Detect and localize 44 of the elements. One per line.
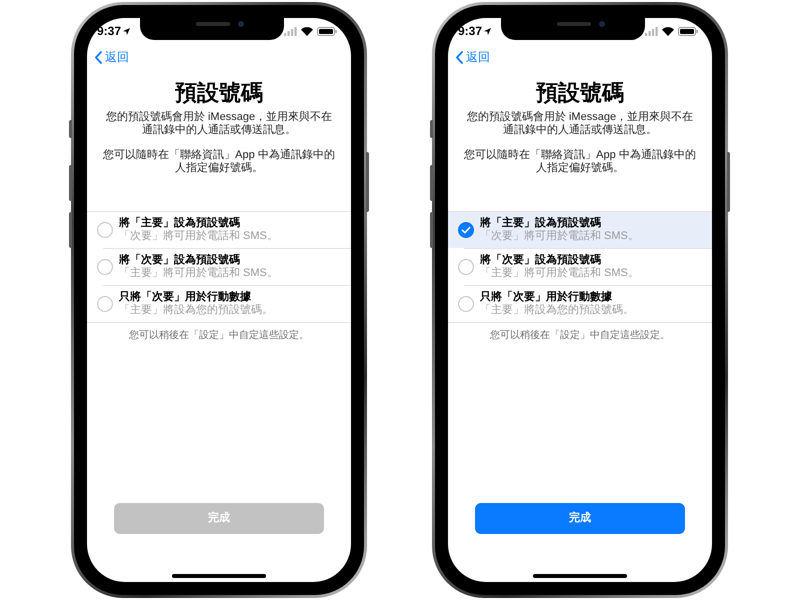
description-text: 您的預設號碼會用於 iMessage，並用來與不在通訊錄中的人通話或傳送訊息。 xyxy=(104,111,334,137)
location-arrow-icon xyxy=(484,28,492,34)
option-row[interactable]: 將「主要」設為預設號碼 「次要」將可用於電話和 SMS。 xyxy=(448,212,712,248)
description-text: 您可以隨時在「聯絡資訊」App 中為通訊錄中的人指定偏好號碼。 xyxy=(463,149,697,175)
battery-icon xyxy=(317,26,337,36)
option-subtitle: 「主要」將可用於電話和 SMS。 xyxy=(119,267,278,280)
description-text: 您可以隨時在「聯絡資訊」App 中為通訊錄中的人指定偏好號碼。 xyxy=(102,149,336,175)
phone-side-key xyxy=(69,120,72,138)
option-subtitle: 「主要」將可用於電話和 SMS。 xyxy=(480,267,639,280)
option-subtitle: 「次要」將可用於電話和 SMS。 xyxy=(119,230,278,243)
option-title: 將「次要」設為預設號碼 xyxy=(119,254,241,266)
back-button[interactable]: 返回 xyxy=(456,50,490,64)
wifi-icon xyxy=(301,26,313,36)
option-title: 將「主要」設為預設號碼 xyxy=(119,217,241,230)
wifi-icon xyxy=(662,26,674,36)
phone-side-key xyxy=(430,212,433,248)
signal-bars-icon xyxy=(284,26,297,36)
option-title: 只將「次要」用於行動數據 xyxy=(119,291,252,304)
option-title: 將「主要」設為預設號碼 xyxy=(480,217,602,230)
location-arrow-icon xyxy=(123,28,130,34)
footnote-text: 您可以稍後在「設定」中自定這些設定。 xyxy=(489,329,671,343)
option-subtitle: 「次要」將可用於電話和 SMS。 xyxy=(480,230,639,243)
signal-bars-icon xyxy=(645,26,658,36)
option-subtitle: 「主要」將設為您的預設號碼。 xyxy=(119,304,273,317)
option-subtitle: 「主要」將設為您的預設號碼。 xyxy=(480,304,634,317)
status-time: 9:37 xyxy=(458,25,482,37)
status-time: 9:37 xyxy=(97,25,122,37)
chevron-left-icon xyxy=(95,50,102,64)
screen-title: 預設號碼 xyxy=(535,79,625,107)
done-button[interactable]: 完成 xyxy=(475,503,685,534)
phone-side-key xyxy=(69,165,72,201)
description-text: 您的預設號碼會用於 iMessage，並用來與不在通訊錄中的人通話或傳送訊息。 xyxy=(466,111,694,137)
chevron-left-icon xyxy=(456,50,463,64)
phone-side-key xyxy=(430,120,433,138)
phone-side-key xyxy=(69,212,72,248)
option-title: 將「次要」設為預設號碼 xyxy=(480,254,602,266)
screen-title: 預設號碼 xyxy=(174,79,264,107)
battery-icon xyxy=(678,26,698,36)
footnote-text: 您可以稍後在「設定」中自定這些設定。 xyxy=(128,329,310,343)
phone-side-key xyxy=(727,152,730,212)
phone-side-key xyxy=(430,165,433,201)
option-title: 只將「次要」用於行動數據 xyxy=(480,291,613,304)
phone-side-key xyxy=(366,152,369,212)
back-button[interactable]: 返回 xyxy=(95,50,129,64)
